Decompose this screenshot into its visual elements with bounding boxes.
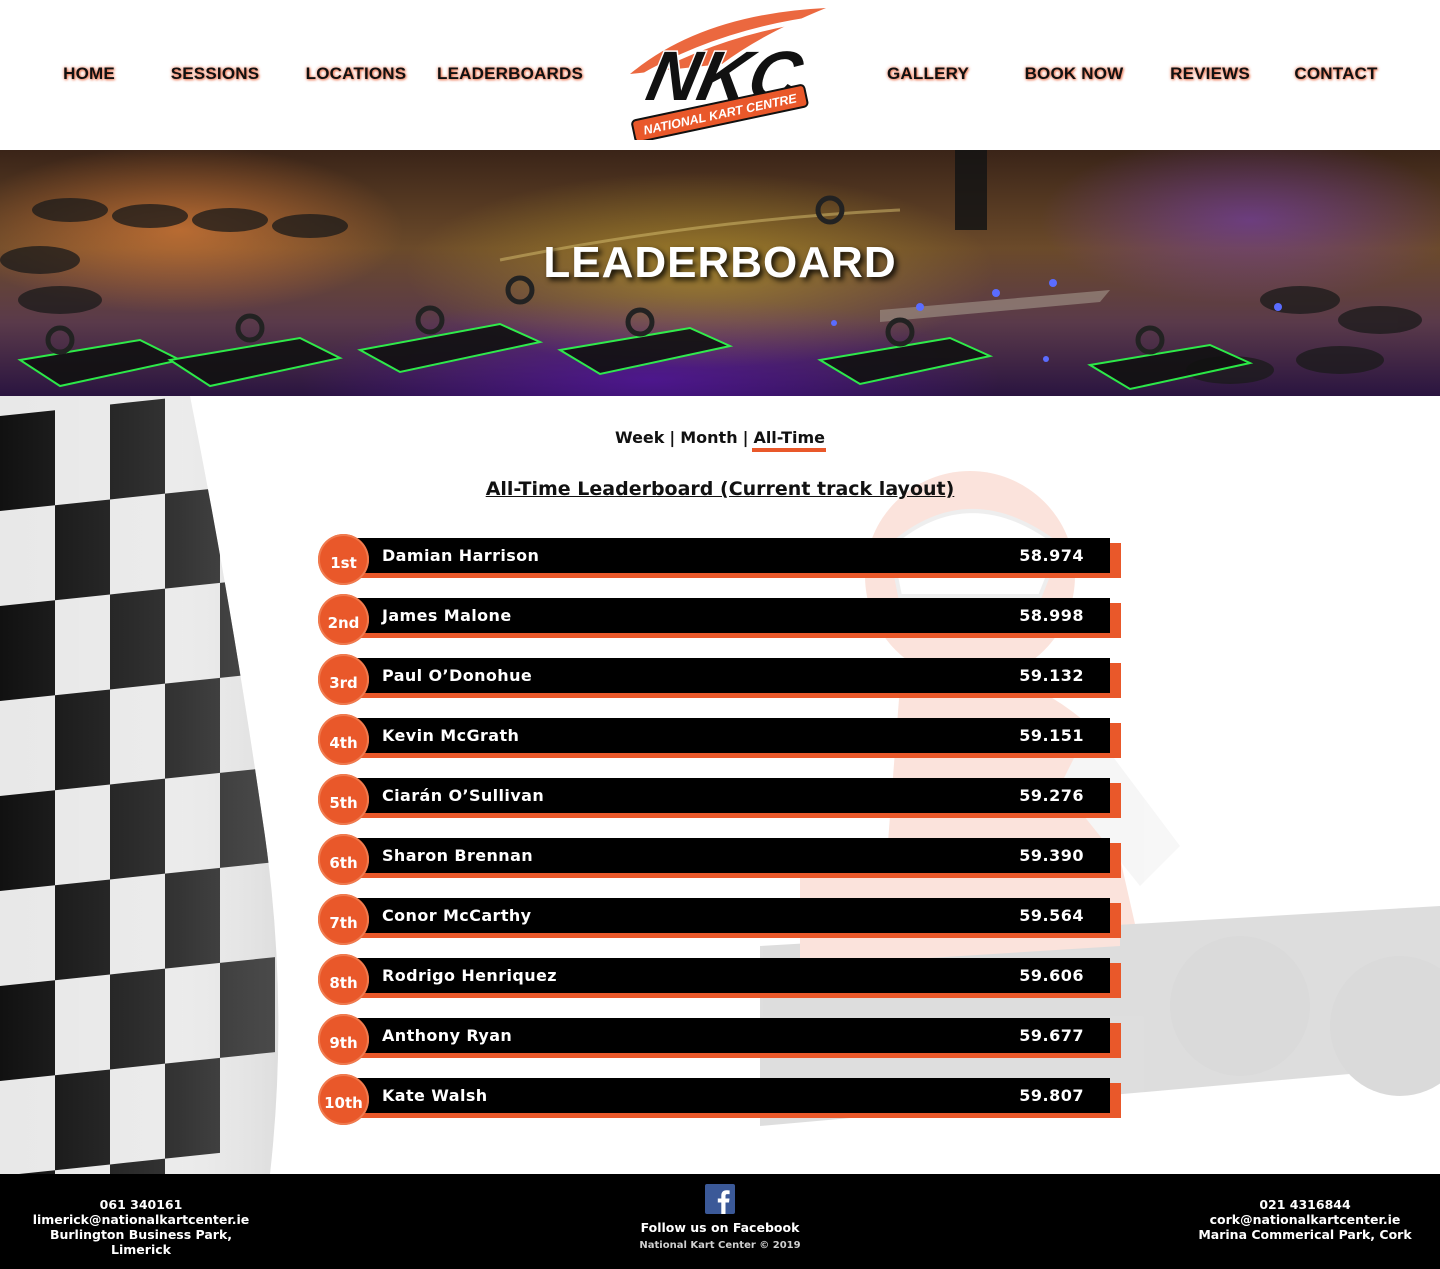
position-badge: 10th [318, 1074, 369, 1125]
lap-time: 59.564 [1019, 906, 1084, 925]
driver-name: Kevin McGrath [382, 726, 520, 745]
position-badge: 4th [318, 714, 369, 765]
limerick-email[interactable]: limerick@nationalkartcenter.ie [33, 1212, 250, 1227]
tab-week[interactable]: Week [614, 428, 665, 447]
driver-name: Paul O’Donohue [382, 666, 533, 685]
position-badge: 7th [318, 894, 369, 945]
nav-reviews[interactable]: REVIEWS [1170, 64, 1250, 86]
site-header: HOME SESSIONS LOCATIONS LEADERBOARDS NKC… [0, 0, 1440, 150]
position-badge: 2nd [318, 594, 369, 645]
position-badge: 8th [318, 954, 369, 1005]
lap-time: 58.974 [1019, 546, 1084, 565]
driver-name: Sharon Brennan [382, 846, 534, 865]
tab-all-time[interactable]: All-Time [752, 428, 826, 452]
nav-leaderboards[interactable]: LEADERBOARDS [437, 64, 583, 86]
driver-name: James Malone [382, 606, 512, 625]
leaderboard-row[interactable]: 1st Damian Harrison 58.974 [318, 534, 1128, 598]
leaderboard-section: Week | Month | All-Time All-Time Leaderboard… [0, 396, 1440, 1174]
leaderboard-row[interactable]: 7th Conor McCarthy 59.564 [318, 894, 1128, 958]
driver-name: Ciarán O’Sullivan [382, 786, 545, 805]
checkered-flag-graphic [0, 396, 279, 1174]
lap-time: 59.606 [1019, 966, 1084, 985]
position-badge: 1st [318, 534, 369, 585]
position-badge: 3rd [318, 654, 369, 705]
leaderboard-row[interactable]: 6th Sharon Brennan 59.390 [318, 834, 1128, 898]
tab-month[interactable]: Month [679, 428, 738, 447]
position-badge: 6th [318, 834, 369, 885]
leaderboard-row[interactable]: 8th Rodrigo Henriquez 59.606 [318, 954, 1128, 1018]
lap-time: 59.677 [1019, 1026, 1084, 1045]
cork-contact: 021 4316844 cork@nationalkartcenter.ie M… [1190, 1197, 1420, 1242]
leaderboard-list: 1st Damian Harrison 58.974 2nd James Mal… [318, 534, 1128, 1138]
limerick-address: Burlington Business Park, Limerick [49, 1227, 233, 1257]
facebook-icon[interactable] [705, 1184, 735, 1214]
page-title: LEADERBOARD [543, 238, 897, 287]
facebook-link[interactable]: Follow us on Facebook [600, 1220, 840, 1235]
lap-time: 58.998 [1019, 606, 1084, 625]
driver-name: Damian Harrison [382, 546, 540, 565]
leaderboard-row[interactable]: 2nd James Malone 58.998 [318, 594, 1128, 658]
cork-phone[interactable]: 021 4316844 [1259, 1197, 1350, 1212]
lap-time: 59.132 [1019, 666, 1084, 685]
hero-banner: LEADERBOARD [0, 150, 1440, 396]
cork-address: Marina Commerical Park, Cork [1198, 1227, 1412, 1242]
lap-time: 59.151 [1019, 726, 1084, 745]
driver-name: Anthony Ryan [382, 1026, 513, 1045]
nav-sessions[interactable]: SESSIONS [171, 64, 260, 86]
leaderboard-title: All-Time Leaderboard (Current track layo… [485, 478, 955, 500]
leaderboard-row[interactable]: 9th Anthony Ryan 59.677 [318, 1014, 1128, 1078]
copyright: National Kart Center © 2019 [639, 1240, 801, 1251]
nav-gallery[interactable]: GALLERY [887, 64, 969, 86]
driver-name: Kate Walsh [382, 1086, 488, 1105]
site-footer: 061 340161 limerick@nationalkartcenter.i… [0, 1174, 1440, 1269]
driver-name: Conor McCarthy [382, 906, 532, 925]
nav-locations[interactable]: LOCATIONS [306, 64, 407, 86]
nav-contact[interactable]: CONTACT [1294, 64, 1377, 86]
lap-time: 59.807 [1019, 1086, 1084, 1105]
leaderboard-row[interactable]: 3rd Paul O’Donohue 59.132 [318, 654, 1128, 718]
lap-time: 59.390 [1019, 846, 1084, 865]
nav-home[interactable]: HOME [63, 64, 115, 86]
leaderboard-row[interactable]: 5th Ciarán O’Sullivan 59.276 [318, 774, 1128, 838]
nkc-logo[interactable]: NKC NATIONAL KART CENTRE [612, 4, 832, 140]
period-filter: Week | Month | All-Time [0, 428, 1440, 452]
limerick-phone[interactable]: 061 340161 [100, 1197, 183, 1212]
cork-email[interactable]: cork@nationalkartcenter.ie [1210, 1212, 1401, 1227]
tab-separator: | [669, 428, 676, 447]
position-badge: 5th [318, 774, 369, 825]
nav-book-now[interactable]: BOOK NOW [1025, 64, 1124, 86]
lap-time: 59.276 [1019, 786, 1084, 805]
social-block: Follow us on Facebook National Kart Cent… [600, 1184, 840, 1253]
tab-separator: | [742, 428, 749, 447]
limerick-contact: 061 340161 limerick@nationalkartcenter.i… [20, 1197, 262, 1257]
position-badge: 9th [318, 1014, 369, 1065]
leaderboard-row[interactable]: 4th Kevin McGrath 59.151 [318, 714, 1128, 778]
driver-name: Rodrigo Henriquez [382, 966, 557, 985]
leaderboard-row[interactable]: 10th Kate Walsh 59.807 [318, 1074, 1128, 1138]
